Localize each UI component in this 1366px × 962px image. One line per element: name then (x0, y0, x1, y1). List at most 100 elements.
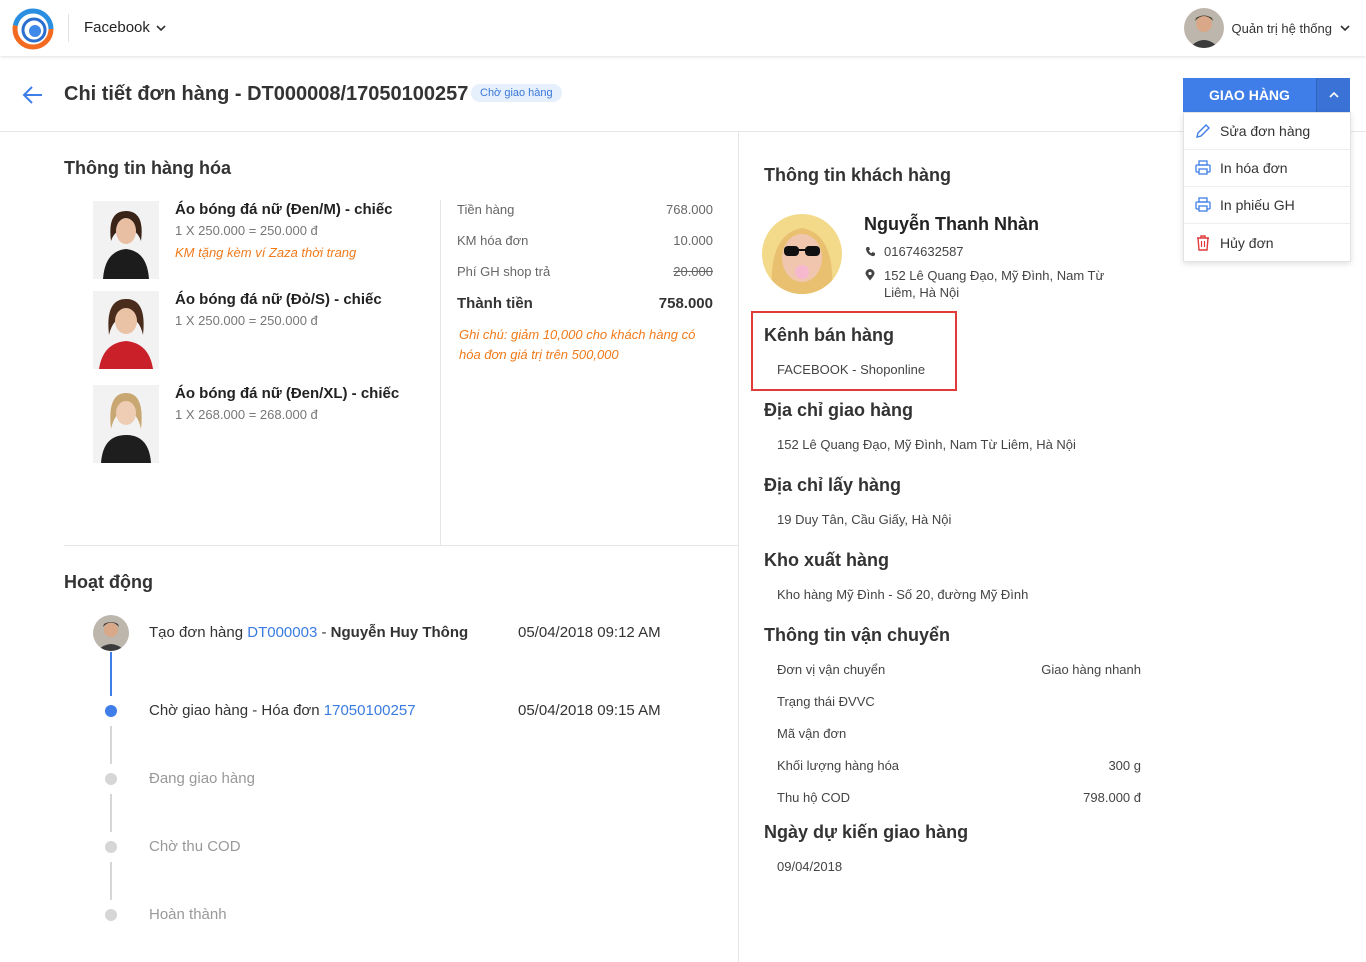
product-promo: KM tặng kèm ví Zaza thời trang (175, 245, 357, 260)
section-divider (64, 545, 738, 546)
timeline-dot (105, 841, 117, 853)
printer-icon (1194, 159, 1212, 177)
print-invoice-item[interactable]: In hóa đơn (1184, 150, 1350, 187)
user-menu[interactable]: Quản trị hệ thống (1183, 8, 1350, 48)
step-actor: Nguyễn Huy Thông (330, 624, 469, 641)
shipping-info-title: Thông tin vận chuyển (764, 625, 951, 645)
ship-button[interactable]: GIAO HÀNG (1183, 78, 1316, 112)
trash-icon (1194, 234, 1212, 252)
menu-item-label: Sửa đơn hàng (1220, 123, 1311, 139)
sales-channel-title: Kênh bán hàng (764, 325, 894, 345)
column-divider (738, 132, 739, 962)
discount-row: KM hóa đơn 10.000 (457, 233, 713, 248)
top-bar: Facebook Quản trị hệ thống (0, 0, 1366, 56)
avatar (1183, 8, 1224, 48)
avatar (93, 615, 129, 651)
page-title: Chi tiết đơn hàng - DT000008/17050100257 (64, 83, 469, 105)
shipping-row: Khối lượng hàng hóa 300 g (777, 758, 1141, 773)
customer-address-row: 152 Lê Quang Đạo, Mỹ Đình, Nam Từ Liêm, … (864, 267, 1104, 301)
product-name: Áo bóng đá nữ (Đen/M) - chiếc (175, 201, 393, 218)
step-time: 05/04/2018 09:12 AM (518, 624, 661, 641)
product-qty: 1 X 268.000 = 268.000 đ (175, 407, 318, 422)
step-text: Chờ giao hàng (149, 702, 249, 719)
total-row: Thành tiền 758.000 (457, 295, 713, 312)
step-time: 05/04/2018 09:15 AM (518, 702, 661, 719)
actions-toggle-button[interactable] (1316, 78, 1350, 112)
channel-dropdown[interactable]: Facebook (84, 19, 166, 36)
order-link[interactable]: DT000003 (247, 624, 317, 641)
sales-channel-highlight (751, 311, 957, 391)
invoice-link[interactable]: 17050100257 (324, 702, 416, 719)
channel-label: Facebook (84, 19, 150, 36)
subtotal-value: 768.000 (666, 202, 713, 217)
app-logo[interactable] (12, 8, 54, 50)
subtotal-label: Tiền hàng (457, 202, 515, 217)
goods-divider (440, 200, 441, 545)
location-pin-icon (864, 267, 876, 301)
shipping-value: 798.000 đ (1083, 790, 1141, 805)
ship-action-group: GIAO HÀNG (1183, 78, 1350, 112)
customer-avatar (762, 214, 842, 294)
print-delivery-slip-item[interactable]: In phiếu GH (1184, 187, 1350, 224)
shipping-row: Đơn vị vận chuyển Giao hàng nhanh (777, 662, 1141, 677)
sales-channel-value: FACEBOOK - Shoponline (777, 362, 926, 377)
customer-section-title: Thông tin khách hàng (764, 165, 951, 185)
product-qty: 1 X 250.000 = 250.000 đ (175, 313, 318, 328)
timeline-step-delivering: Đang giao hàng (149, 770, 255, 787)
total-value: 758.000 (658, 295, 713, 312)
step-text: Tạo đơn hàng (149, 624, 248, 641)
discount-value: 10.000 (673, 233, 713, 248)
expected-date-title: Ngày dự kiến giao hàng (764, 822, 969, 842)
timeline-dot-active (105, 705, 117, 717)
activity-section-title: Hoạt động (64, 572, 153, 592)
customer-phone: 01674632587 (884, 244, 964, 259)
shipfee-label: Phí GH shop trả (457, 264, 551, 279)
shipfee-value: 20.000 (673, 264, 713, 279)
pickup-address-value: 19 Duy Tân, Cầu Giấy, Hà Nội (777, 512, 952, 527)
timeline-dot (105, 909, 117, 921)
customer-name: Nguyễn Thanh Nhàn (864, 214, 1039, 234)
product-qty: 1 X 250.000 = 250.000 đ (175, 223, 318, 238)
delivery-address-value: 152 Lê Quang Đạo, Mỹ Đình, Nam Từ Liêm, … (777, 437, 1076, 452)
expected-date-value: 09/04/2018 (777, 859, 843, 874)
warehouse-value: Kho hàng Mỹ Đình - Số 20, đường Mỹ Đình (777, 587, 1029, 602)
step-separator: - Hóa đơn (248, 702, 324, 719)
product-image (93, 201, 159, 279)
timeline-step-cod: Chờ thu COD (149, 838, 241, 855)
discount-label: KM hóa đơn (457, 233, 529, 248)
status-badge: Chờ giao hàng (471, 84, 562, 102)
timeline-step-complete: Hoàn thành (149, 906, 227, 923)
shipping-row: Mã vận đơn (777, 726, 1141, 741)
shipping-label: Mã vận đơn (777, 726, 847, 741)
customer-address-line2: Liêm, Hà Nội (884, 285, 960, 300)
timeline-connector (110, 726, 112, 764)
shipping-value: Giao hàng nhanh (1041, 662, 1141, 677)
pickup-address-title: Địa chỉ lấy hàng (764, 475, 902, 495)
pencil-icon (1194, 122, 1212, 140)
total-label: Thành tiền (457, 295, 533, 312)
menu-item-label: In phiếu GH (1220, 197, 1295, 213)
order-note: Ghi chú: giảm 10,000 cho khách hàng có h… (459, 327, 696, 362)
customer-phone-row: 01674632587 (864, 244, 964, 259)
product-image (93, 291, 159, 369)
timeline-dot (105, 773, 117, 785)
shipping-label: Thu hộ COD (777, 790, 850, 805)
chevron-down-icon (1340, 25, 1350, 32)
goods-section-title: Thông tin hàng hóa (64, 158, 231, 178)
back-arrow-icon[interactable] (20, 82, 46, 108)
timeline-step-waiting: Chờ giao hàng - Hóa đơn 17050100257 (149, 702, 416, 719)
shipping-label: Khối lượng hàng hóa (777, 758, 900, 773)
page-header: Chi tiết đơn hàng - DT000008/17050100257… (0, 56, 1366, 132)
shipping-label: Đơn vị vận chuyển (777, 662, 886, 677)
topbar-divider (68, 14, 69, 42)
timeline-connector (110, 862, 112, 900)
menu-item-label: Hủy đơn (1220, 234, 1274, 251)
subtotal-row: Tiền hàng 768.000 (457, 202, 713, 217)
timeline-connector (110, 652, 112, 696)
actions-dropdown: Sửa đơn hàng In hóa đơn In phiếu GH Hủy … (1183, 112, 1351, 262)
warehouse-title: Kho xuất hàng (764, 550, 889, 570)
cancel-order-item[interactable]: Hủy đơn (1184, 224, 1350, 261)
edit-order-item[interactable]: Sửa đơn hàng (1184, 113, 1350, 150)
delivery-address-title: Địa chỉ giao hàng (764, 400, 914, 420)
timeline-step-created: Tạo đơn hàng DT000003 - Nguyễn Huy Thông (149, 624, 468, 641)
